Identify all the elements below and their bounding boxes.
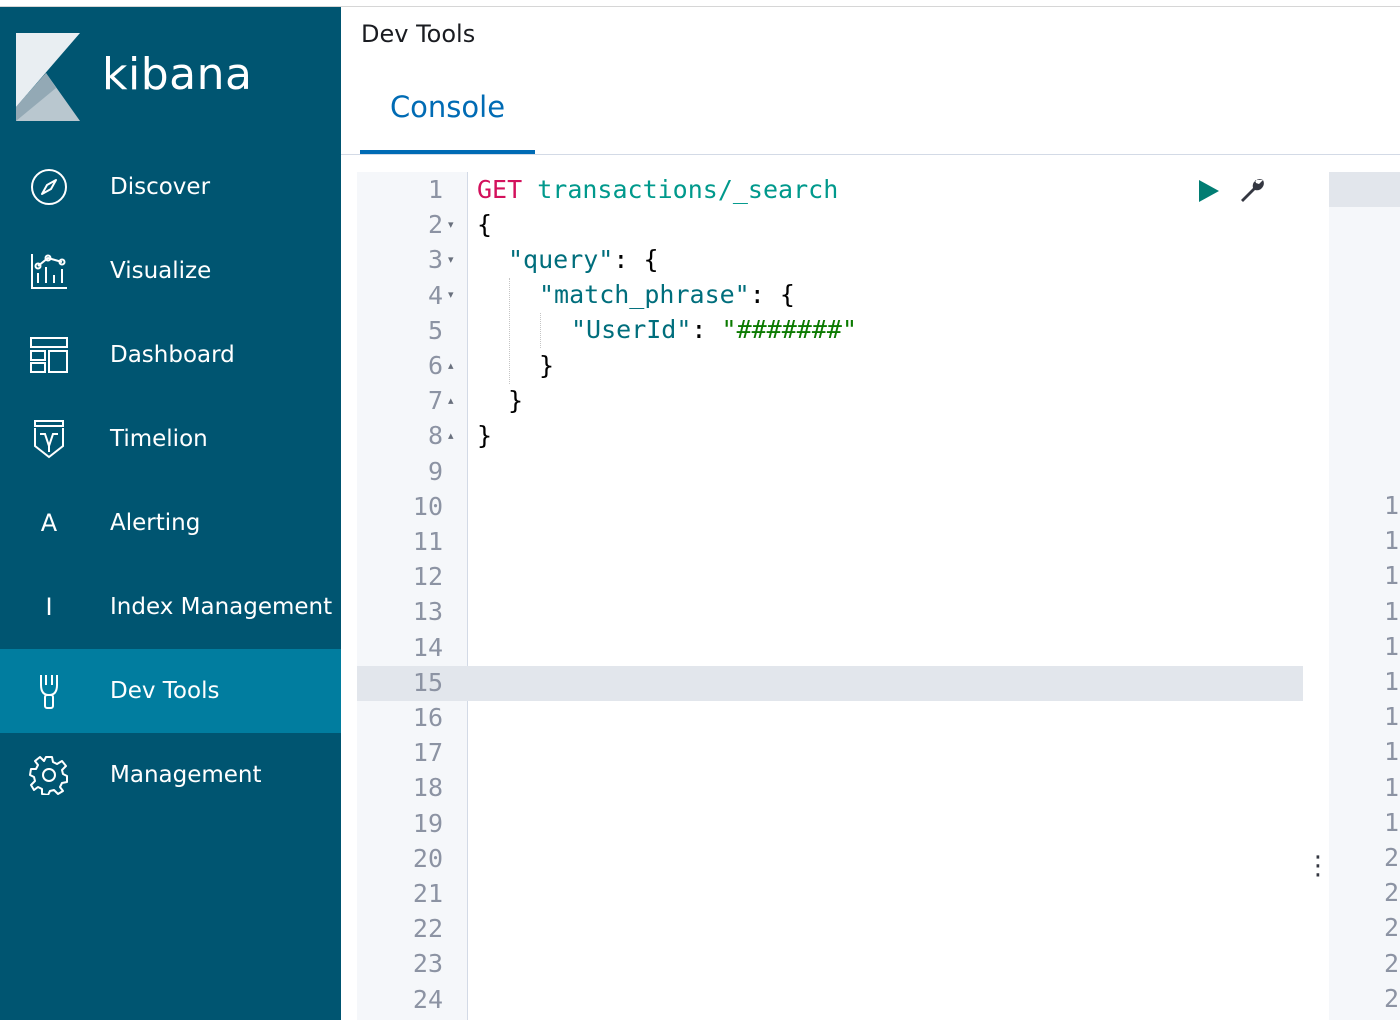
output-line-number: 1: [1384, 772, 1400, 802]
sidebar-item-discover[interactable]: Discover: [0, 145, 341, 229]
line-number: 7: [427, 386, 443, 416]
sidebar-item-label: Dev Tools: [110, 678, 220, 704]
output-line-number: 1: [1384, 526, 1400, 556]
gear-icon: [28, 754, 70, 796]
output-pane: 1 1 1 1 1 1 1 1 1 1 2 2 2 2 2: [1329, 172, 1400, 1020]
tab-console[interactable]: Console: [360, 88, 535, 154]
line-number: 10: [412, 491, 443, 521]
output-line-number: 2: [1384, 843, 1400, 872]
line-number: 24: [412, 984, 443, 1014]
output-line-number: 1: [1384, 737, 1400, 767]
fold-toggle[interactable]: ▾: [448, 242, 460, 277]
request-method: GET: [477, 175, 523, 204]
sidebar-item-alerting[interactable]: A Alerting: [0, 481, 341, 565]
sidebar-item-label: Management: [110, 762, 262, 788]
sidebar-item-visualize[interactable]: Visualize: [0, 229, 341, 313]
line-number: 8: [427, 421, 443, 451]
line-number: 23: [412, 949, 443, 979]
page-title: Dev Tools: [361, 20, 476, 48]
indent-guide: [509, 278, 510, 384]
output-line-number: 1: [1384, 561, 1400, 591]
dashboard-icon: [28, 334, 70, 376]
sidebar-item-label: Visualize: [110, 258, 212, 284]
line-number: 11: [412, 527, 443, 556]
line-number: 16: [412, 703, 443, 732]
output-line-number: 1: [1384, 596, 1400, 626]
visualize-icon: [28, 250, 70, 292]
timelion-icon: [28, 418, 70, 460]
fold-toggle[interactable]: ▴: [448, 348, 460, 383]
output-line-number: 2: [1384, 948, 1400, 978]
code-line: }: [508, 386, 524, 415]
line-number: 17: [412, 738, 443, 768]
request-path: transactions/_search: [537, 175, 839, 204]
line-number: 19: [412, 808, 443, 838]
line-number: 21: [412, 879, 443, 908]
output-line-number: 2: [1384, 913, 1400, 943]
sidebar-item-label: Discover: [110, 174, 211, 200]
line-number: 5: [427, 315, 443, 345]
fold-toggle[interactable]: ▴: [448, 383, 460, 418]
line-number: 4: [427, 280, 443, 310]
output-line-number: 1: [1384, 807, 1400, 837]
sidebar-item-label: Index Management: [110, 594, 333, 620]
output-first-line: [1329, 172, 1400, 207]
line-number: 14: [412, 632, 443, 662]
line-number: 3: [427, 245, 443, 275]
line-number: 9: [427, 456, 443, 486]
line-number: 22: [412, 914, 443, 944]
line-number: 20: [412, 843, 443, 873]
sidebar-item-label: Alerting: [110, 510, 201, 536]
sidebar-item-label: Timelion: [110, 426, 208, 452]
sidebar-item-label: Dashboard: [110, 342, 235, 368]
code-line: }: [477, 421, 493, 450]
tabs-divider: [341, 154, 1400, 155]
line-number: 18: [412, 773, 443, 803]
wrench-icon[interactable]: [1237, 176, 1267, 206]
kibana-logo: [16, 33, 80, 121]
line-number: 15: [412, 667, 443, 697]
code-line: "match_phrase": {: [539, 280, 795, 309]
output-line-number: 2: [1384, 983, 1400, 1013]
brand-name: kibana: [102, 49, 253, 100]
line-number: 12: [412, 562, 443, 592]
console-editor[interactable]: 1 2 3 4 5 6 7 8 9 10 11 12 13 14 15 16 17 18 19 20 21 22 23 24 …: [357, 172, 1303, 1020]
line-number: 13: [412, 597, 443, 627]
sidebar-item-dashboard[interactable]: Dashboard: [0, 313, 341, 397]
letter-a-icon: A: [40, 509, 58, 537]
fold-toggle[interactable]: ▴: [448, 418, 460, 453]
letter-i-icon: I: [45, 593, 53, 621]
pane-resizer-handle[interactable]: ⋮: [1305, 848, 1331, 884]
active-line-highlight: [357, 666, 1303, 701]
output-line-number: 1: [1384, 491, 1400, 520]
output-line-number: 1: [1384, 702, 1400, 732]
sidebar-item-management[interactable]: Management: [0, 733, 341, 817]
compass-icon: [28, 166, 70, 208]
code-line: GET transactions/_search: [477, 172, 838, 207]
top-border: [0, 0, 1400, 7]
sidebar-item-dev-tools[interactable]: Dev Tools: [0, 649, 341, 733]
code-line: {: [477, 210, 493, 239]
send-request-icon[interactable]: [1195, 178, 1221, 204]
code-line: "query": {: [508, 245, 659, 274]
devtools-icon: [28, 670, 70, 712]
output-line-number: 2: [1384, 878, 1400, 908]
line-number: 2: [427, 210, 443, 240]
sidebar-item-timelion[interactable]: Timelion: [0, 397, 341, 481]
code-line: "UserId": "#######": [571, 315, 857, 344]
fold-toggle[interactable]: ▾: [448, 207, 460, 242]
output-line-number: 1: [1384, 667, 1400, 696]
line-number: 6: [427, 351, 443, 380]
code-line: }: [539, 351, 555, 380]
sidebar: kibana Discover Visualize Dashboard Time…: [0, 7, 341, 1020]
sidebar-item-index-management[interactable]: I Index Management: [0, 565, 341, 649]
fold-toggle[interactable]: ▾: [448, 277, 460, 312]
output-line-number: 1: [1384, 631, 1400, 661]
line-number: 1: [427, 175, 443, 204]
indent-guide: [540, 313, 541, 348]
